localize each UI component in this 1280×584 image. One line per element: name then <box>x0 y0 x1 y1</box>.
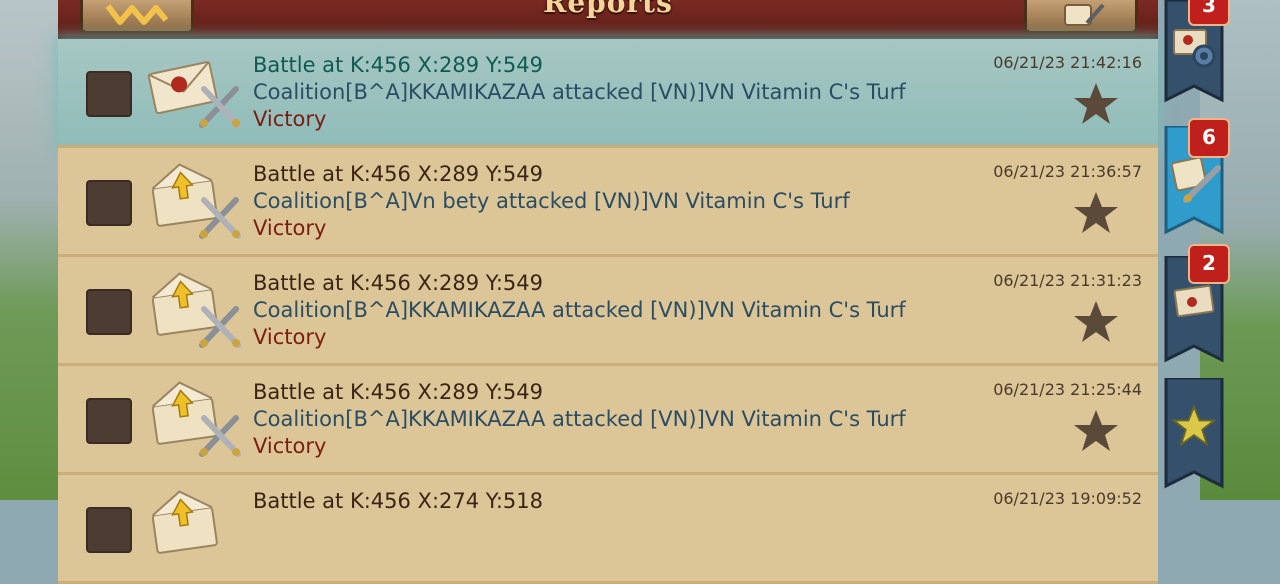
report-title: Battle at K:456 X:289 Y:549 <box>253 162 543 186</box>
report-title: Battle at K:456 X:289 Y:549 <box>253 53 543 77</box>
tab-favorites[interactable] <box>1164 378 1224 500</box>
report-timestamp: 06/21/23 21:31:23 <box>993 271 1142 290</box>
unread-count-badge: 3 <box>1188 0 1230 26</box>
report-title: Battle at K:456 X:274 Y:518 <box>253 489 543 513</box>
report-checkbox[interactable] <box>86 507 132 553</box>
open-envelope-arrow-swords-icon <box>151 272 241 348</box>
reports-panel: Reports Battle at K:456 X:289 Y:549 Coal… <box>58 0 1158 584</box>
open-envelope-arrow-swords-icon <box>151 490 218 554</box>
sealed-envelope-icon <box>1173 284 1215 318</box>
report-list[interactable]: Battle at K:456 X:289 Y:549 Coalition[B^… <box>58 39 1158 584</box>
open-envelope-arrow-swords-icon <box>151 381 241 457</box>
report-details: Coalition[B^A]KKAMIKAZAA attacked [VN)]V… <box>253 407 906 431</box>
favorite-star-icon[interactable] <box>1072 299 1120 345</box>
report-timestamp: 06/21/23 19:09:52 <box>993 489 1142 508</box>
tab-mail[interactable]: 2 <box>1164 244 1230 368</box>
report-checkbox[interactable] <box>86 71 132 117</box>
report-timestamp: 06/21/23 21:36:57 <box>993 162 1142 181</box>
star-icon <box>1172 404 1216 447</box>
gear-envelope-icon <box>1173 29 1216 68</box>
report-row[interactable]: Battle at K:456 X:289 Y:549 Coalition[B^… <box>58 257 1158 366</box>
panel-header: Reports <box>58 0 1158 39</box>
quill-scroll-icon <box>1064 3 1105 26</box>
report-title: Battle at K:456 X:289 Y:549 <box>253 380 543 404</box>
tab-reports[interactable]: 6 <box>1164 118 1230 246</box>
report-details: Coalition[B^A]KKAMIKAZAA attacked [VN)]V… <box>253 298 906 322</box>
report-result: Victory <box>253 216 327 240</box>
favorite-star-icon[interactable] <box>1072 190 1120 236</box>
favorite-star-icon[interactable] <box>1072 408 1120 454</box>
report-result: Victory <box>253 107 327 131</box>
write-mail-button[interactable] <box>1024 0 1138 34</box>
report-checkbox[interactable] <box>86 398 132 444</box>
sealed-envelope-swords-icon <box>147 60 241 128</box>
report-title: Battle at K:456 X:289 Y:549 <box>253 271 543 295</box>
report-row[interactable]: Battle at K:456 X:289 Y:549 Coalition[B^… <box>58 366 1158 475</box>
scroll-sword-icon <box>1172 156 1221 203</box>
unread-count-badge: 2 <box>1188 244 1230 284</box>
report-result: Victory <box>253 434 327 458</box>
report-row[interactable]: Battle at K:456 X:274 Y:518 06/21/23 19:… <box>58 475 1158 584</box>
favorite-star-icon[interactable] <box>1072 81 1120 127</box>
report-row[interactable]: Battle at K:456 X:289 Y:549 Coalition[B^… <box>58 148 1158 257</box>
unread-count-badge: 6 <box>1188 118 1230 158</box>
page-title: Reports <box>543 0 673 19</box>
report-result: Victory <box>253 325 327 349</box>
report-timestamp: 06/21/23 21:42:16 <box>993 53 1142 72</box>
report-details: Coalition[B^A]Vn bety attacked [VN)]VN V… <box>253 189 850 213</box>
report-row[interactable]: Battle at K:456 X:289 Y:549 Coalition[B^… <box>58 39 1158 148</box>
report-checkbox[interactable] <box>86 180 132 226</box>
report-details: Coalition[B^A]KKAMIKAZAA attacked [VN)]V… <box>253 80 906 104</box>
tab-system-mail[interactable]: 3 <box>1164 0 1230 112</box>
report-checkbox[interactable] <box>86 289 132 335</box>
open-envelope-arrow-swords-icon <box>151 163 241 239</box>
report-timestamp: 06/21/23 21:25:44 <box>993 380 1142 399</box>
